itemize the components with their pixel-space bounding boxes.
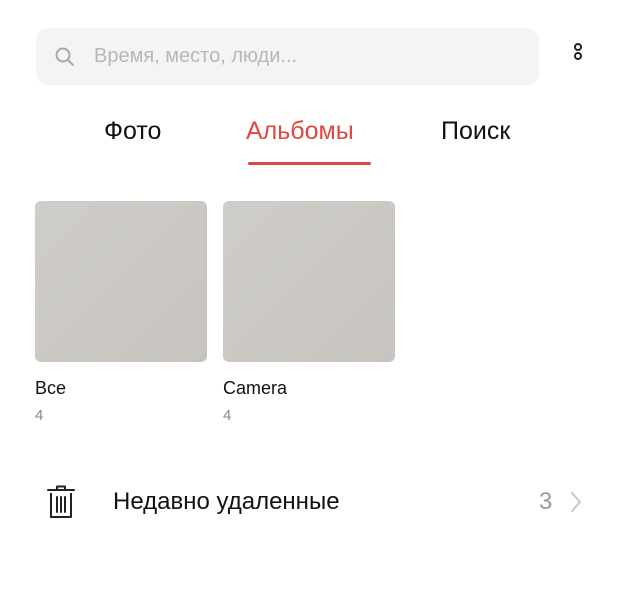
album-thumbnail[interactable] (35, 201, 207, 362)
album-count: 4 (35, 407, 44, 424)
recently-deleted-row[interactable]: Недавно удаленные 3 (36, 470, 596, 534)
album-name: Camera (223, 378, 288, 398)
album-all[interactable]: Все 4 (35, 201, 207, 425)
more-options-button[interactable] (566, 38, 590, 78)
recently-deleted-label: Недавно удаленные (113, 488, 340, 515)
search-bar[interactable] (36, 28, 539, 85)
tab-photo[interactable]: Фото (104, 114, 161, 154)
tab-search[interactable]: Поиск (441, 114, 510, 154)
recently-deleted-count: 3 (539, 488, 553, 515)
albums-screen: Фото Альбомы Поиск Все 4 Camera 4 Недавн… (0, 0, 620, 614)
search-input[interactable] (94, 28, 524, 85)
more-vertical-icon (571, 42, 585, 75)
album-name: Все (35, 378, 67, 398)
album-thumbnail[interactable] (223, 201, 395, 362)
active-tab-indicator (248, 162, 371, 165)
search-icon (54, 46, 76, 68)
trash-icon (46, 484, 76, 520)
tab-albums[interactable]: Альбомы (246, 114, 354, 154)
album-count: 4 (223, 407, 232, 424)
chevron-right-icon (570, 491, 582, 513)
album-camera[interactable]: Camera 4 (223, 201, 395, 425)
